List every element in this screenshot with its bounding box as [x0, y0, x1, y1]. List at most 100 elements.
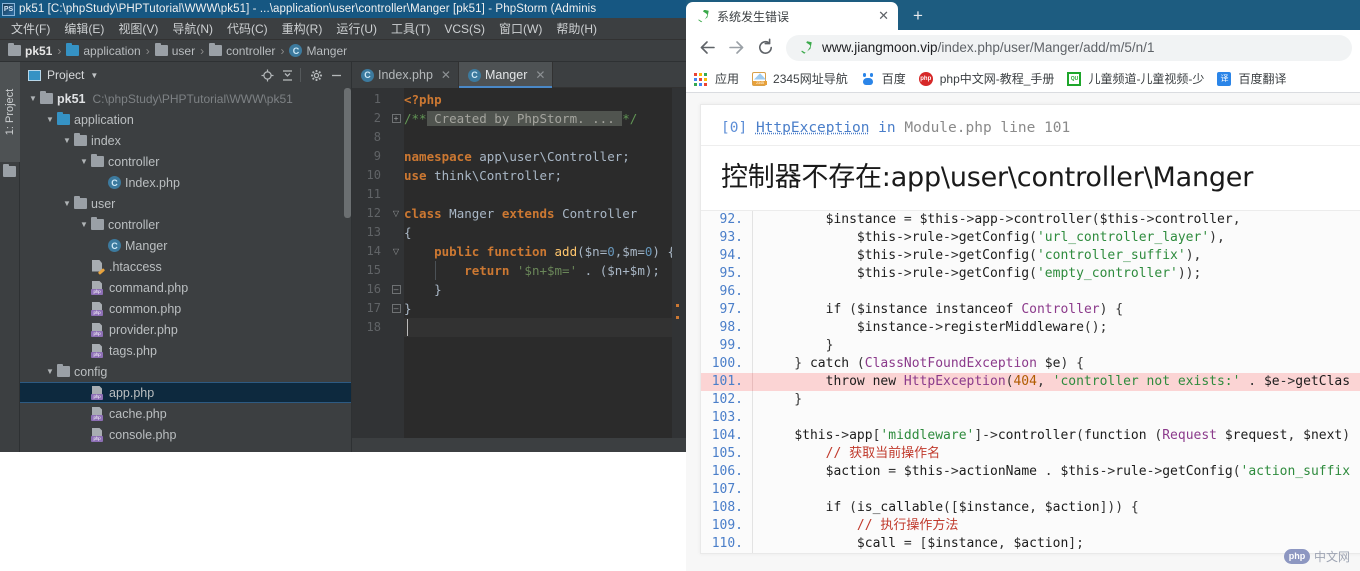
forward-button[interactable]: [723, 35, 749, 61]
code-content[interactable]: <?php /** Created by PhpStorm. ... */ name…: [404, 88, 672, 438]
breadcrumb-item-pk51[interactable]: pk51: [8, 43, 52, 58]
breadcrumb-item-user[interactable]: user: [154, 43, 195, 58]
bookmark-label: php中文网-教程_手册: [939, 72, 1055, 86]
editor-tab-manger[interactable]: C Manger ✕: [458, 62, 554, 88]
tree-row[interactable]: ▼php app.php: [20, 382, 351, 403]
new-tab-button[interactable]: +: [904, 2, 932, 30]
tree-row[interactable]: ▼ controller: [20, 151, 351, 172]
locate-target-icon[interactable]: [258, 66, 276, 84]
folder-icon[interactable]: [3, 164, 16, 177]
chevron-down-icon[interactable]: ▼: [90, 71, 98, 80]
bookmark-item-4[interactable]: QU 儿童频道-儿童视频-少: [1067, 70, 1204, 87]
tree-item-label: controller: [108, 154, 160, 169]
gear-icon[interactable]: [307, 66, 325, 84]
tree-row[interactable]: ▼php provider.php: [20, 319, 351, 340]
bookmark-item-0[interactable]: 应用: [694, 70, 739, 87]
menu-item-9[interactable]: 窗口(W): [492, 18, 549, 39]
collapse-all-icon[interactable]: [278, 66, 296, 84]
tree-row[interactable]: ▼ user: [20, 193, 351, 214]
tree-row[interactable]: ▼php common.php: [20, 298, 351, 319]
tree-scrollbar[interactable]: [344, 88, 351, 218]
tree-row[interactable]: ▼ controller: [20, 214, 351, 235]
source-line-number: 109.: [701, 517, 753, 535]
exception-name-link[interactable]: HttpException: [756, 120, 870, 136]
code-line: public function add($n=0,$m=0) {: [434, 244, 672, 259]
folder-icon: [57, 364, 70, 377]
editor-marker-bar[interactable]: [672, 88, 686, 438]
tree-row[interactable]: ▼C Manger: [20, 235, 351, 256]
tree-row[interactable]: ▼php console.php: [20, 424, 351, 445]
menu-item-7[interactable]: 工具(T): [384, 18, 437, 39]
line-number-gutter: 1 2 8 9 10 11 12 13 14 15 16 17 18: [352, 88, 388, 438]
tree-row[interactable]: ▼ pk51 C:\phpStudy\PHPTutorial\WWW\pk51: [20, 88, 351, 109]
sidebar-item-project-tab[interactable]: 1: Project: [0, 62, 20, 162]
close-icon[interactable]: ✕: [441, 68, 451, 82]
bookmark-item-1[interactable]: 2345 2345网址导航: [752, 70, 848, 87]
chevron-down-icon[interactable]: ▼: [77, 157, 91, 166]
project-file-tree[interactable]: ▼ pk51 C:\phpStudy\PHPTutorial\WWW\pk51 ▼ ap…: [20, 88, 351, 452]
menu-item-6[interactable]: 运行(U): [329, 18, 384, 39]
menu-item-8[interactable]: VCS(S): [437, 20, 492, 38]
tree-row[interactable]: ▼ config: [20, 361, 351, 382]
menu-item-10[interactable]: 帮助(H): [549, 18, 604, 39]
tree-row[interactable]: ▼ application: [20, 109, 351, 130]
source-line-code: }: [763, 392, 803, 407]
fold-toggle-icon[interactable]: ▽: [388, 204, 404, 223]
breadcrumb-item-application[interactable]: application: [66, 43, 141, 58]
bookmark-item-3[interactable]: php php中文网-教程_手册: [918, 70, 1055, 87]
fold-toggle-icon[interactable]: –: [388, 280, 404, 299]
address-bar[interactable]: www.jiangmoon.vip/index.php/user/Manger/…: [786, 34, 1352, 61]
editor-tab-indexphp[interactable]: C Index.php ✕: [352, 62, 459, 88]
menu-item-2[interactable]: 视图(V): [111, 18, 165, 39]
bookmark-item-5[interactable]: 译百度翻译: [1217, 70, 1286, 87]
reload-button[interactable]: [752, 35, 778, 61]
folder-icon: [66, 43, 80, 56]
tree-row[interactable]: ▼C Index.php: [20, 172, 351, 193]
exception-card: [0] HttpException in Module.php line 101…: [700, 104, 1360, 554]
chevron-down-icon[interactable]: ▼: [60, 136, 74, 145]
fold-toggle-icon[interactable]: +: [388, 109, 404, 128]
tree-row[interactable]: ▼ index: [20, 130, 351, 151]
tree-row[interactable]: ▼ .htaccess: [20, 256, 351, 277]
fold-toggle-icon[interactable]: –: [388, 299, 404, 318]
menu-item-1[interactable]: 编辑(E): [57, 18, 111, 39]
source-line-code: $action = $this->actionName . $this->rul…: [825, 464, 1351, 479]
menu-item-5[interactable]: 重构(R): [275, 18, 330, 39]
warning-marker[interactable]: [676, 304, 679, 307]
breadcrumb-item-controller[interactable]: controller: [209, 43, 275, 58]
fold-toggle-icon[interactable]: ▽: [388, 242, 404, 261]
menu-item-0[interactable]: 文件(F): [4, 18, 57, 39]
back-button[interactable]: [694, 35, 720, 61]
tree-row[interactable]: ▼php command.php: [20, 277, 351, 298]
code-editor[interactable]: 1 2 8 9 10 11 12 13 14 15 16 17 18 + ▽ ▽ – – <?php/** Cr…: [352, 88, 686, 438]
warning-marker[interactable]: [676, 316, 679, 319]
minimize-icon[interactable]: [327, 66, 345, 84]
chevron-down-icon[interactable]: ▼: [77, 220, 91, 229]
source-line-number: 93.: [701, 229, 753, 247]
tree-row[interactable]: ▼php cache.php: [20, 403, 351, 424]
close-icon[interactable]: ✕: [875, 8, 892, 24]
breadcrumb-item-manger[interactable]: C Manger: [289, 44, 347, 58]
text-caret: [407, 319, 408, 336]
code-folding-gutter[interactable]: + ▽ ▽ – –: [388, 88, 404, 438]
tree-row[interactable]: ▼php tags.php: [20, 340, 351, 361]
url-path: /index.php/user/Manger/add/m/5/n/1: [937, 40, 1155, 55]
chevron-down-icon[interactable]: ▼: [26, 94, 40, 103]
chevron-down-icon[interactable]: ▼: [43, 115, 57, 124]
php-file-icon: php: [91, 427, 105, 442]
menu-item-4[interactable]: 代码(C): [220, 18, 275, 39]
source-line-code: [753, 481, 763, 499]
php-cn-watermark: php 中文网: [1283, 548, 1350, 565]
source-code-line: 104. $this->app['middleware']->controlle…: [701, 427, 1360, 445]
source-line-number: 103.: [701, 409, 753, 427]
bookmarks-bar: 应用 2345 2345网址导航 百度 php php中文网-教程_手册 QU 儿童频道-儿童…: [686, 65, 1360, 93]
chevron-down-icon[interactable]: ▼: [43, 367, 57, 376]
bookmark-item-2[interactable]: 百度: [861, 70, 906, 87]
menu-item-3[interactable]: 导航(N): [165, 18, 220, 39]
browser-tab[interactable]: 系统发生错误 ✕: [686, 2, 898, 30]
close-icon[interactable]: ✕: [535, 68, 545, 82]
chevron-down-icon[interactable]: ▼: [60, 199, 74, 208]
tree-indent-spacer: ▼: [77, 284, 91, 292]
